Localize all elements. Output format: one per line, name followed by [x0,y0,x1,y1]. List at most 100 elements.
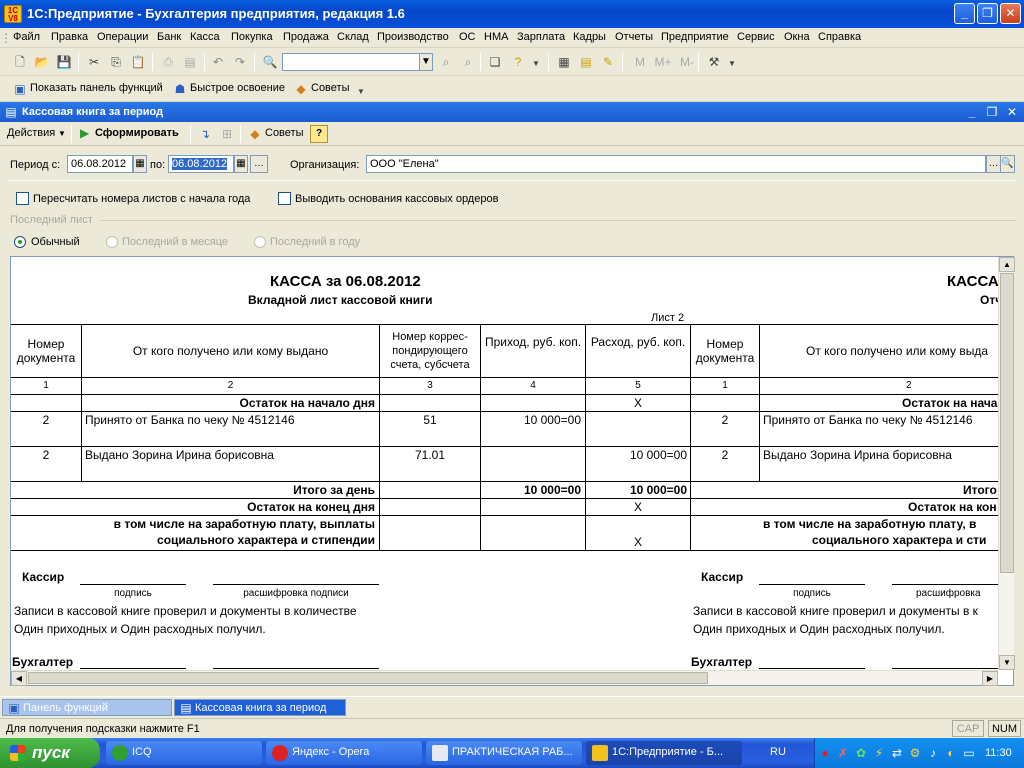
radio-last-in-year[interactable] [254,236,266,248]
quick-learn-button[interactable]: Быстрое освоение [190,82,285,94]
tab-cash-book[interactable]: ▤ Кассовая книга за период [174,699,346,716]
vertical-scrollbar[interactable]: ▲ ▼ [998,257,1015,670]
windows-icon[interactable]: ❏ [487,54,503,70]
actions-dropdown-icon[interactable]: ▼ [58,129,66,138]
updates-icon[interactable]: ◐ [943,745,959,761]
scroll-left-icon[interactable]: ◀ [11,671,27,686]
minimize-button[interactable]: _ [954,3,975,24]
search-combo[interactable] [282,53,420,71]
actions-menu[interactable]: Действия [7,127,55,139]
scroll-up-icon[interactable]: ▲ [999,257,1015,272]
report-spreadsheet[interactable]: КАССА за 06.08.2012 Вкладной лист кассов… [10,256,1014,686]
memory-m-icon[interactable]: M [632,54,648,70]
tips-icon[interactable]: ✎ [600,54,616,70]
start-button[interactable]: пуск [0,738,100,768]
vertical-scroll-thumb[interactable] [1000,273,1014,573]
display-icon[interactable]: ▭ [961,745,977,761]
organization-input[interactable]: ООО "Елена" [366,155,986,173]
organization-select-button[interactable]: … [986,155,1001,173]
menu-warehouse[interactable]: Склад [337,31,369,43]
menu-reports[interactable]: Отчеты [615,31,653,43]
find-next-icon[interactable]: ⌕ [438,54,454,70]
show-basis-checkbox[interactable] [278,192,291,205]
tab-functions-panel[interactable]: ▣ Панель функций [2,699,172,716]
menu-purchase[interactable]: Покупка [231,31,273,43]
copy-icon[interactable]: ⎘ [108,54,124,70]
menu-windows[interactable]: Окна [784,31,810,43]
preview-icon[interactable]: ▤ [182,54,198,70]
scroll-right-icon[interactable]: ▶ [982,671,998,686]
menu-salary[interactable]: Зарплата [517,31,565,43]
period-to-input[interactable]: 06.08.2012 [168,155,234,173]
task-opera[interactable]: Яндекс - Opera [266,741,422,765]
child-close-icon[interactable]: ✕ [1004,104,1020,120]
help-dropdown-icon[interactable]: ▼ [528,56,544,72]
opera-tray-icon[interactable]: ● [817,745,833,761]
menu-sales[interactable]: Продажа [283,31,329,43]
calculator-icon[interactable]: ▦ [556,54,572,70]
menu-enterprise[interactable]: Предприятие [661,31,729,43]
scroll-down-icon[interactable]: ▼ [999,655,1015,670]
child-minimize-icon[interactable]: _ [964,104,980,120]
memory-minus-icon[interactable]: M- [676,54,698,70]
generate-button[interactable]: Сформировать [95,127,179,139]
print-icon[interactable]: ⎙ [160,54,176,70]
redo-icon[interactable]: ↷ [232,54,248,70]
volume-icon[interactable]: ♪ [925,745,941,761]
help-icon[interactable]: ? [510,54,526,70]
tips-button[interactable]: Советы [311,82,349,94]
horizontal-scroll-thumb[interactable] [28,672,708,684]
horizontal-scrollbar[interactable]: ◀ ▶ [11,670,998,686]
settings-icon[interactable]: ⊞ [219,126,235,142]
memory-plus-icon[interactable]: M+ [652,54,674,70]
renumber-checkbox[interactable] [16,192,29,205]
period-from-input[interactable] [67,155,133,173]
period-from-calendar-icon[interactable]: ▦ [133,155,147,173]
find-icon[interactable]: 🔍 [262,54,278,70]
help-button[interactable]: ? [310,125,328,143]
new-document-icon[interactable]: 🗋 [12,54,28,70]
toolbar-dropdown-icon[interactable]: ▼ [353,84,369,100]
menu-file[interactable]: Файл [13,31,40,43]
menu-edit[interactable]: Правка [51,31,88,43]
antivirus-icon[interactable]: ✗ [835,745,851,761]
restore-button[interactable]: ❐ [977,3,998,24]
open-icon[interactable]: 📂 [34,54,50,70]
icq-tray-icon[interactable]: ✿ [853,745,869,761]
menu-operations[interactable]: Операции [97,31,148,43]
menu-os[interactable]: ОС [459,31,476,43]
organization-open-icon[interactable]: 🔍 [1000,155,1015,173]
task-1c[interactable]: 1С:Предприятие - Б... [586,741,742,765]
save-icon[interactable]: 💾 [56,54,72,70]
tools-icon[interactable]: ⚒ [706,54,722,70]
safely-remove-icon[interactable]: ⇄ [889,745,905,761]
period-to-calendar-icon[interactable]: ▦ [234,155,248,173]
menu-nma[interactable]: НМА [484,31,508,43]
paste-icon[interactable]: 📋 [130,54,146,70]
calendar-icon[interactable]: ▤ [578,54,594,70]
menu-hr[interactable]: Кадры [573,31,606,43]
menu-production[interactable]: Производство [377,31,449,43]
radio-last-in-month[interactable] [106,236,118,248]
network-icon[interactable]: ⚡ [871,745,887,761]
menu-cash[interactable]: Касса [190,31,220,43]
find-prev-icon[interactable]: ⌕ [460,54,476,70]
period-select-button[interactable]: … [250,155,268,173]
radio-normal[interactable] [14,236,26,248]
language-indicator[interactable]: RU [770,746,786,758]
child-tips-button[interactable]: Советы [265,127,303,139]
menu-bank[interactable]: Банк [157,31,181,43]
search-combo-dropdown[interactable]: ▼ [419,53,433,71]
show-panel-button[interactable]: Показать панель функций [30,82,163,94]
child-restore-icon[interactable]: ❐ [984,104,1000,120]
undo-icon[interactable]: ↶ [210,54,226,70]
tools-dropdown-icon[interactable]: ▼ [724,56,740,72]
settings-tray-icon[interactable]: ⚙ [907,745,923,761]
task-word[interactable]: ПРАКТИЧЕСКАЯ РАБ... [426,741,582,765]
goto-icon[interactable]: ↴ [197,126,213,142]
menu-help[interactable]: Справка [818,31,861,43]
cut-icon[interactable]: ✂ [86,54,102,70]
task-icq[interactable]: ICQ [106,741,262,765]
menu-service[interactable]: Сервис [737,31,775,43]
close-button[interactable]: ✕ [1000,3,1021,24]
